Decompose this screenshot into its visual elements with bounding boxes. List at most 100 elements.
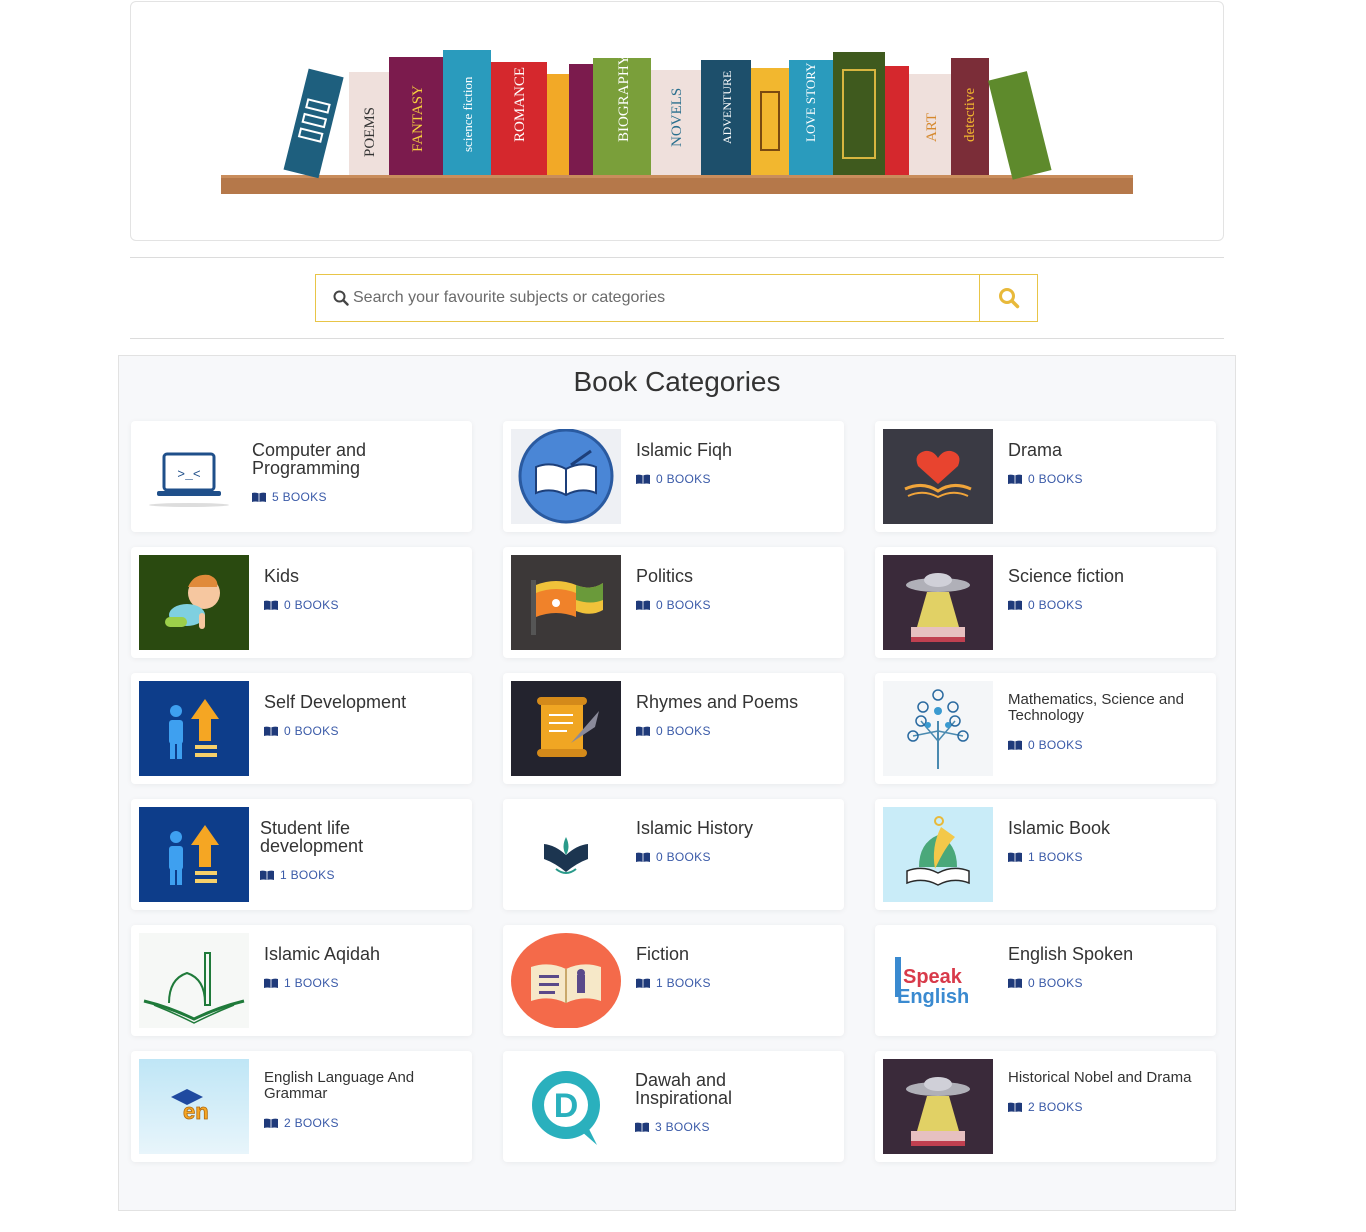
- category-card-islamic-history[interactable]: Islamic History 0 BOOKS: [503, 799, 844, 910]
- open-book-icon: [636, 726, 650, 736]
- book-count: 0 BOOKS: [1008, 976, 1083, 990]
- category-card-english-spoken[interactable]: Speak English English Spoken 0 BOOKS: [875, 925, 1216, 1036]
- svg-text:FANTASY: FANTASY: [410, 85, 426, 152]
- search-icon: [998, 288, 1019, 309]
- category-panel: Book Categories >_< Computer and Program…: [118, 355, 1236, 1211]
- open-book-icon: [1008, 978, 1022, 988]
- category-name: Islamic Aqidah: [264, 944, 381, 964]
- category-card-politics[interactable]: Politics 0 BOOKS: [503, 547, 844, 658]
- computer-icon: >_<: [139, 429, 249, 524]
- category-name: Mathematics, Science and Technology: [1008, 691, 1184, 724]
- search-input[interactable]: [353, 275, 979, 321]
- category-name: English Language And Grammar: [264, 1069, 415, 1102]
- open-book-icon: [1008, 852, 1022, 862]
- category-name: Kids: [264, 566, 300, 586]
- en-grad-cap-logo: en: [139, 1059, 249, 1154]
- category-card-rhymes-poems[interactable]: Rhymes and Poems 0 BOOKS: [503, 673, 844, 784]
- open-book-icon: [636, 600, 650, 610]
- category-card-dawah-inspirational[interactable]: D Dawah and Inspirational 3 BOOKS: [503, 1051, 844, 1162]
- growth-arrow-icon: [139, 807, 249, 902]
- reading-book-icon: [511, 429, 621, 524]
- book-count-text: 3 BOOKS: [655, 1120, 710, 1134]
- category-card-math-science-tech[interactable]: Mathematics, Science and Technology 0 BO…: [875, 673, 1216, 784]
- bookshelf-banner: POEMS FANTASY science fiction ROMANCE BI…: [130, 1, 1224, 241]
- svg-text:>_<: >_<: [177, 467, 201, 482]
- open-book-icon: [1008, 740, 1022, 750]
- open-book-icon: [1008, 600, 1022, 610]
- book-count-text: 5 BOOKS: [272, 490, 327, 504]
- search-button[interactable]: [979, 275, 1037, 321]
- section-title: Book Categories: [573, 366, 781, 397]
- category-card-islamic-fiqh[interactable]: Islamic Fiqh 0 BOOKS: [503, 421, 844, 532]
- baby-icon: [139, 555, 249, 650]
- book-count-text: 1 BOOKS: [656, 976, 711, 990]
- book-count: 1 BOOKS: [260, 868, 335, 882]
- category-card-fiction[interactable]: Fiction 1 BOOKS: [503, 925, 844, 1036]
- book-count-text: 2 BOOKS: [1028, 1100, 1083, 1114]
- category-card-historical-nobel-drama[interactable]: Historical Nobel and Drama 2 BOOKS: [875, 1051, 1216, 1162]
- category-name: Dawah and Inspirational: [635, 1070, 733, 1108]
- book-count: 0 BOOKS: [264, 724, 339, 738]
- book-count-text: 0 BOOKS: [1028, 976, 1083, 990]
- book-count: 0 BOOKS: [636, 724, 711, 738]
- category-card-english-grammar[interactable]: en English Language And Grammar 2 BOOKS: [131, 1051, 472, 1162]
- speak-text: Speak: [903, 966, 963, 988]
- speak-english-logo: Speak English: [883, 933, 993, 1028]
- book-leaf-icon: [511, 807, 621, 902]
- open-book-icon: [1008, 1102, 1022, 1112]
- book-count-text: 0 BOOKS: [656, 724, 711, 738]
- d-letter-text: D: [554, 1087, 579, 1125]
- book-count: 2 BOOKS: [1008, 1100, 1083, 1114]
- category-name: Islamic Fiqh: [636, 440, 733, 460]
- open-book-icon: [260, 870, 274, 880]
- svg-text:ROMANCE: ROMANCE: [512, 67, 528, 142]
- search-bar: [315, 274, 1038, 322]
- open-book-icon: [264, 600, 278, 610]
- open-book-icon: [1008, 474, 1022, 484]
- bookshelf-illustration: POEMS FANTASY science fiction ROMANCE BI…: [221, 50, 1133, 194]
- story-book-icon: [511, 933, 621, 1028]
- category-card-drama[interactable]: Drama 0 BOOKS: [875, 421, 1216, 532]
- book-count: 1 BOOKS: [1008, 850, 1083, 864]
- svg-text:BIOGRAPHY: BIOGRAPHY: [616, 54, 632, 142]
- book-count: 1 BOOKS: [636, 976, 711, 990]
- book-count-text: 0 BOOKS: [1028, 598, 1083, 612]
- category-card-islamic-aqidah[interactable]: Islamic Aqidah 1 BOOKS: [131, 925, 472, 1036]
- category-card-computer-programming[interactable]: >_< Computer and Programming 5 BOOKS: [131, 421, 472, 532]
- svg-text:NOVELS: NOVELS: [669, 88, 685, 147]
- book-count-text: 0 BOOKS: [1028, 738, 1083, 752]
- category-name: Science fiction: [1008, 566, 1125, 586]
- open-book-icon: [636, 978, 650, 988]
- category-card-kids[interactable]: Kids 0 BOOKS: [131, 547, 472, 658]
- divider-top: [130, 257, 1224, 258]
- category-name: Student life development: [260, 818, 364, 856]
- book-count-text: 0 BOOKS: [1028, 472, 1083, 486]
- book-count: 0 BOOKS: [1008, 472, 1083, 486]
- svg-text:POEMS: POEMS: [362, 107, 378, 157]
- mosque-icon: [139, 933, 249, 1028]
- book-count: 0 BOOKS: [1008, 738, 1083, 752]
- d-speech-logo: D: [511, 1059, 621, 1154]
- category-card-student-life[interactable]: Student life development 1 BOOKS: [131, 799, 472, 910]
- category-name: Drama: [1008, 440, 1063, 460]
- category-card-islamic-book[interactable]: Islamic Book 1 BOOKS: [875, 799, 1216, 910]
- search-field[interactable]: [316, 275, 979, 321]
- svg-text:detective: detective: [962, 88, 978, 142]
- category-card-science-fiction[interactable]: Science fiction 0 BOOKS: [875, 547, 1216, 658]
- growth-arrow-icon: [139, 681, 249, 776]
- category-name: English Spoken: [1008, 944, 1134, 964]
- category-name: Islamic History: [636, 818, 754, 838]
- category-name: Rhymes and Poems: [636, 692, 799, 712]
- book-count-text: 1 BOOKS: [1028, 850, 1083, 864]
- svg-text:science fiction: science fiction: [460, 76, 475, 152]
- category-card-self-development[interactable]: Self Development 0 BOOKS: [131, 673, 472, 784]
- book-count-text: 0 BOOKS: [656, 598, 711, 612]
- book-count: 0 BOOKS: [636, 850, 711, 864]
- book-count: 0 BOOKS: [264, 598, 339, 612]
- book-count: 0 BOOKS: [636, 472, 711, 486]
- flag-icon: [511, 555, 621, 650]
- category-name: Self Development: [264, 692, 407, 712]
- mosque-book-icon: [883, 807, 993, 902]
- category-name: Historical Nobel and Drama: [1008, 1069, 1192, 1086]
- book-count: 1 BOOKS: [264, 976, 339, 990]
